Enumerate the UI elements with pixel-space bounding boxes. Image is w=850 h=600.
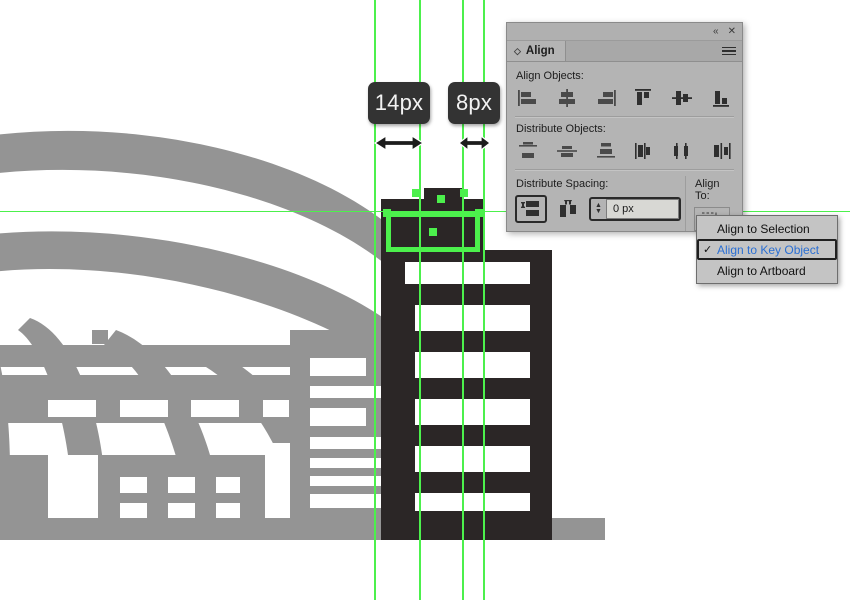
- spacing-value-field[interactable]: ▲ ▼ 0 px: [589, 197, 681, 221]
- align-panel[interactable]: « ✕ ◇ Align Align Objects: Distribute Ob…: [506, 22, 743, 232]
- measurement-value: 14px: [374, 90, 424, 115]
- panel-tab-strip[interactable]: ◇ Align: [507, 41, 742, 62]
- vertical-distribute-top-button[interactable]: [515, 140, 541, 162]
- vertical-distribute-bottom-button[interactable]: [593, 140, 619, 162]
- menu-item-highlight-border: [697, 239, 837, 260]
- distribute-objects-row: [515, 140, 734, 162]
- selection-handle-left[interactable]: [383, 209, 391, 217]
- align-to-label: Align To:: [695, 178, 720, 202]
- horizontal-align-center-button[interactable]: [554, 87, 580, 109]
- distribute-spacing-column: Distribute Spacing: ▲ ▼ 0 px: [515, 176, 681, 231]
- menu-item-label: Align to Artboard: [717, 263, 806, 278]
- horizontal-distribute-space-button[interactable]: [554, 197, 582, 221]
- vertical-align-bottom-button[interactable]: [708, 87, 734, 109]
- panel-menu-icon: [722, 46, 736, 56]
- measurement-badge-14px: 14px: [368, 82, 430, 124]
- selection-handle-center[interactable]: [429, 228, 437, 236]
- vertical-align-top-button[interactable]: [630, 87, 656, 109]
- measurement-badge-8px: 8px: [448, 82, 500, 124]
- align-to-dropdown-menu[interactable]: Align to Selection ✓ Align to Key Object…: [696, 215, 838, 284]
- double-headed-arrow-icon-2: [458, 132, 491, 154]
- horizontal-distribute-right-button[interactable]: [708, 140, 734, 162]
- horizontal-distribute-left-button[interactable]: [630, 140, 656, 162]
- spacing-input[interactable]: 0 px: [606, 199, 679, 219]
- align-objects-label: Align Objects:: [516, 70, 584, 82]
- collapse-icon[interactable]: «: [713, 26, 719, 37]
- double-headed-arrow-icon-1: [374, 132, 424, 154]
- align-objects-row: [515, 87, 734, 109]
- close-icon[interactable]: ✕: [728, 26, 736, 37]
- distribute-spacing-row: ▲ ▼ 0 px: [515, 195, 681, 223]
- menu-item-align-to-key-object[interactable]: ✓ Align to Key Object: [697, 239, 837, 260]
- section-divider-2: [515, 169, 734, 171]
- panel-body: Align Objects: Distribute Objects: Distr…: [507, 62, 742, 231]
- section-divider-1: [515, 116, 734, 118]
- horizontal-align-right-button[interactable]: [593, 87, 619, 109]
- double-arrow-icon: ◇: [514, 45, 521, 56]
- vertical-distribute-space-button[interactable]: [515, 195, 547, 223]
- selection-handle-top-right[interactable]: [460, 189, 468, 197]
- selection-handle-right[interactable]: [475, 209, 483, 217]
- menu-item-label: Align to Selection: [717, 221, 810, 236]
- tab-align[interactable]: ◇ Align: [507, 41, 566, 61]
- measurement-value: 8px: [455, 90, 493, 115]
- panel-titlebar[interactable]: « ✕: [507, 23, 742, 41]
- panel-menu-button[interactable]: [722, 41, 742, 61]
- horizontal-align-left-button[interactable]: [515, 87, 541, 109]
- menu-item-align-to-selection[interactable]: Align to Selection: [697, 218, 837, 239]
- selection-handle-top-left[interactable]: [412, 189, 420, 197]
- horizontal-distribute-center-button[interactable]: [669, 140, 695, 162]
- menu-item-align-to-artboard[interactable]: Align to Artboard: [697, 260, 837, 281]
- tab-label: Align: [525, 45, 555, 57]
- vertical-distribute-center-button[interactable]: [554, 140, 580, 162]
- illustrator-canvas[interactable]: 14px 8px « ✕ ◇ Align Align Objects: Dist…: [0, 0, 850, 600]
- spacing-stepper[interactable]: ▲ ▼: [591, 202, 606, 215]
- selection-handle-center-top[interactable]: [437, 195, 445, 203]
- distribute-spacing-label: Distribute Spacing:: [516, 178, 609, 190]
- vertical-align-center-button[interactable]: [669, 87, 695, 109]
- distribute-objects-label: Distribute Objects:: [516, 123, 606, 135]
